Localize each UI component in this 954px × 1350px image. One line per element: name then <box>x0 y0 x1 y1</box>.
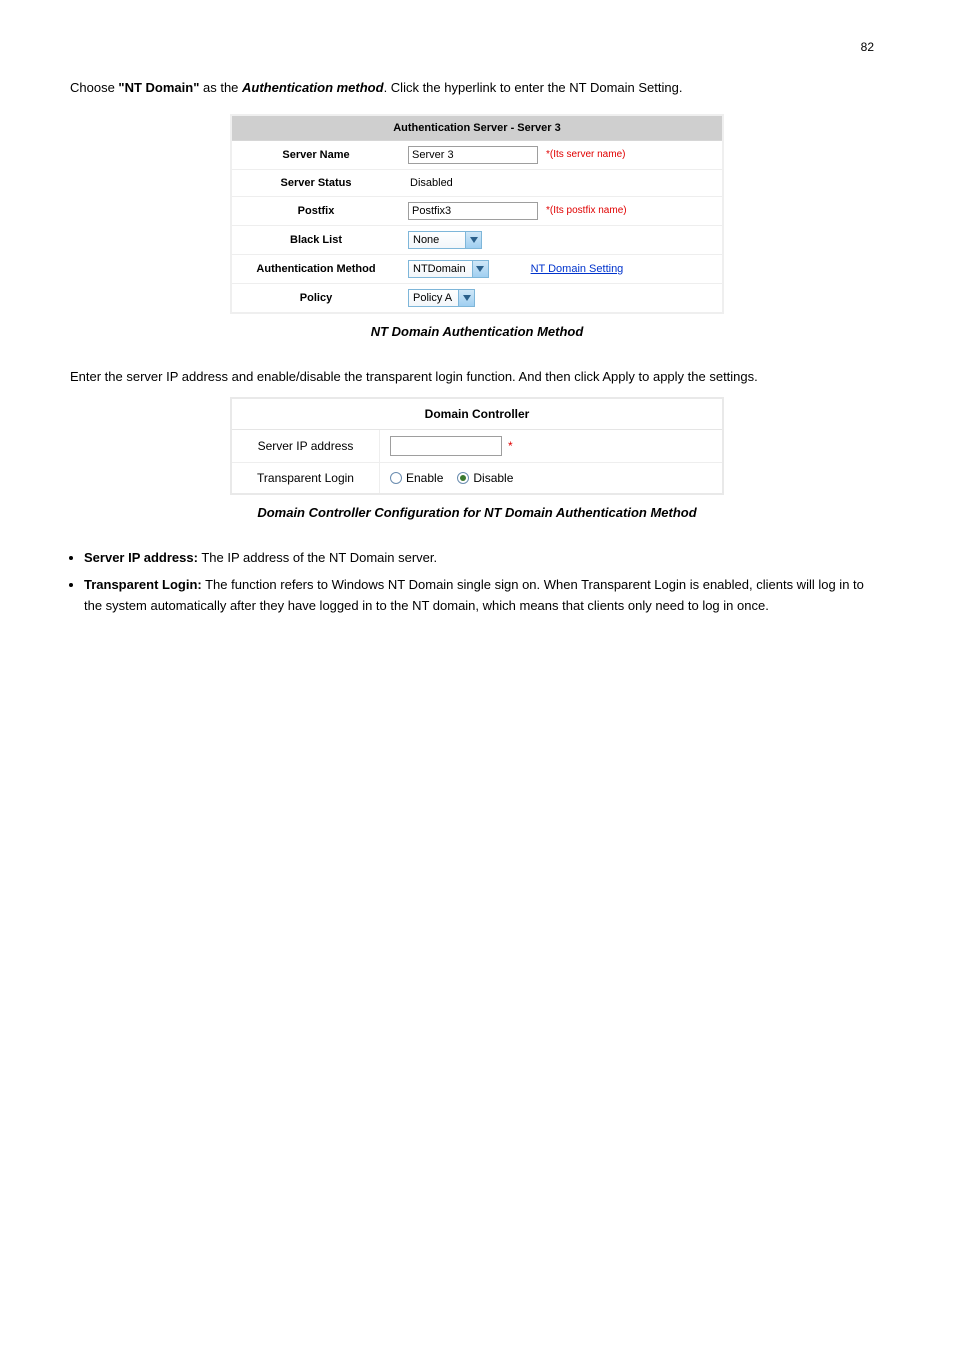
radio-enable-wrap[interactable]: Enable <box>390 471 443 485</box>
label-server-name: Server Name <box>232 141 400 169</box>
row-policy: Policy Policy A <box>232 284 722 312</box>
row-server-name: Server Name *(Its server name) <box>232 141 722 170</box>
intro-mid: as the <box>199 80 242 95</box>
server-name-hint: *(Its server name) <box>546 149 625 160</box>
auth-method-selected: NTDomain <box>409 262 472 276</box>
intro-prefix: Choose <box>70 80 118 95</box>
policy-select[interactable]: Policy A <box>408 289 475 307</box>
bullet-server-ip-text: The IP address of the NT Domain server. <box>198 550 437 565</box>
dc-label-ip: Server IP address <box>232 430 380 462</box>
bullet-transparent-login: Transparent Login: The function refers t… <box>84 575 884 617</box>
chevron-down-icon <box>472 261 488 277</box>
black-list-select[interactable]: None <box>408 231 482 249</box>
intro-suffix: . Click the hyperlink to enter the NT Do… <box>384 80 683 95</box>
radio-enable-label: Enable <box>406 471 443 485</box>
dc-row-ip: Server IP address * <box>232 430 722 463</box>
value-server-status: Disabled <box>400 170 722 196</box>
auth-server-panel: Authentication Server - Server 3 Server … <box>230 114 724 314</box>
label-auth-method: Authentication Method <box>232 255 400 283</box>
radio-disable-wrap[interactable]: Disable <box>457 471 513 485</box>
server-status-value: Disabled <box>408 177 453 189</box>
server-ip-input[interactable] <box>390 436 502 456</box>
intro-text: Choose "NT Domain" as the Authentication… <box>70 78 884 98</box>
page-number: 82 <box>70 40 874 54</box>
server-name-input[interactable] <box>408 146 538 164</box>
dc-row-transparent: Transparent Login Enable Disable <box>232 463 722 493</box>
auth-panel-title: Authentication Server - Server 3 <box>232 116 722 141</box>
value-auth-method: NTDomain NT Domain Setting <box>400 255 722 283</box>
caption-auth-panel: NT Domain Authentication Method <box>70 324 884 339</box>
label-black-list: Black List <box>232 226 400 254</box>
label-server-status: Server Status <box>232 170 400 196</box>
label-postfix: Postfix <box>232 197 400 225</box>
bullet-list: Server IP address: The IP address of the… <box>84 548 884 616</box>
dc-label-transparent: Transparent Login <box>232 463 380 493</box>
radio-enable <box>390 472 402 484</box>
nt-domain-setting-link[interactable]: NT Domain Setting <box>531 263 624 275</box>
value-policy: Policy A <box>400 284 722 312</box>
row-server-status: Server Status Disabled <box>232 170 722 197</box>
intro-italic: Authentication method <box>242 80 384 95</box>
auth-method-select[interactable]: NTDomain <box>408 260 489 278</box>
bullet-server-ip-bold: Server IP address: <box>84 550 198 565</box>
value-black-list: None <box>400 226 722 254</box>
postfix-input[interactable] <box>408 202 538 220</box>
chevron-down-icon <box>458 290 474 306</box>
caption-dc-panel: Domain Controller Configuration for NT D… <box>70 505 884 520</box>
row-black-list: Black List None <box>232 226 722 255</box>
dc-value-transparent: Enable Disable <box>380 463 722 493</box>
intro-bold: "NT Domain" <box>118 80 199 95</box>
postfix-hint: *(Its postfix name) <box>546 205 627 216</box>
bullet-transparent-login-text: The function refers to Windows NT Domain… <box>84 577 864 613</box>
paragraph-dc: Enter the server IP address and enable/d… <box>70 367 884 388</box>
row-postfix: Postfix *(Its postfix name) <box>232 197 722 226</box>
policy-selected: Policy A <box>409 291 458 305</box>
value-postfix: *(Its postfix name) <box>400 197 722 225</box>
required-star-icon: * <box>508 439 513 453</box>
black-list-selected: None <box>409 233 465 247</box>
bullet-server-ip: Server IP address: The IP address of the… <box>84 548 884 569</box>
chevron-down-icon <box>465 232 481 248</box>
value-server-name: *(Its server name) <box>400 141 722 169</box>
bullet-transparent-login-bold: Transparent Login: <box>84 577 202 592</box>
radio-disable-label: Disable <box>473 471 513 485</box>
dc-title: Domain Controller <box>232 399 722 430</box>
dc-value-ip: * <box>380 430 722 462</box>
radio-disable <box>457 472 469 484</box>
domain-controller-panel: Domain Controller Server IP address * Tr… <box>230 397 724 495</box>
row-auth-method: Authentication Method NTDomain NT Domain… <box>232 255 722 284</box>
label-policy: Policy <box>232 284 400 312</box>
